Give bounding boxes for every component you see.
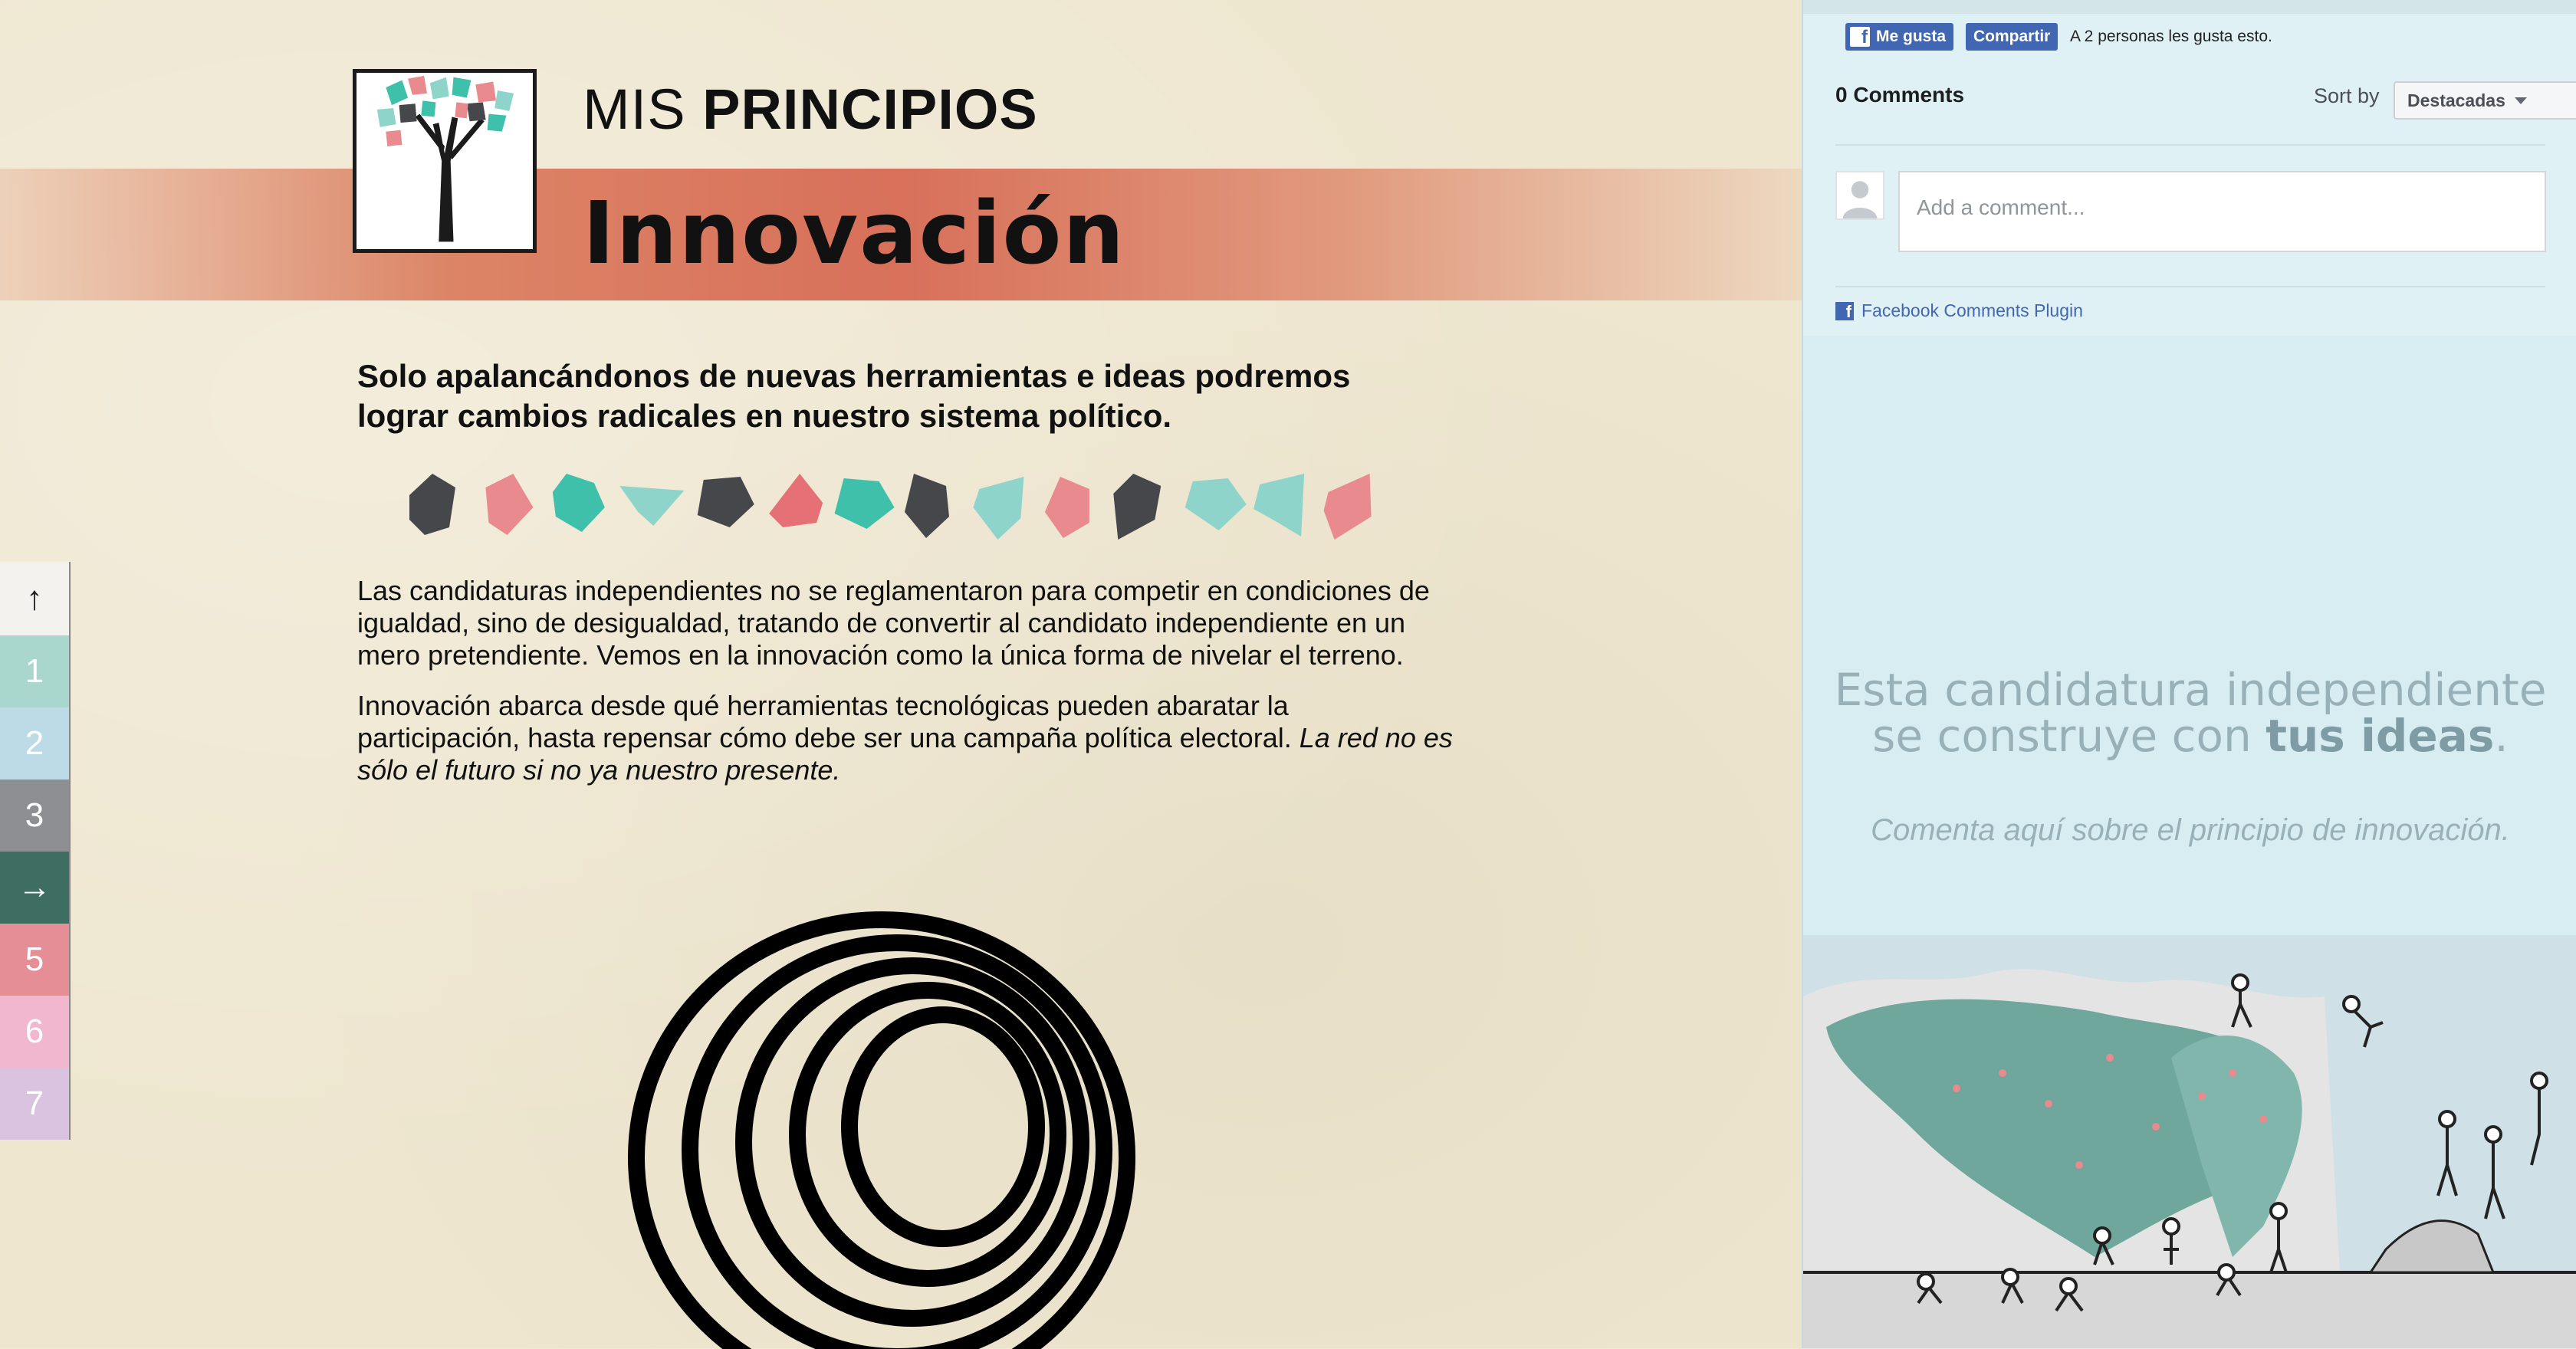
gem-divider [409,474,1372,540]
gem-icon [409,474,455,535]
cta-line-2-bold: tus ideas [2266,710,2495,762]
nav-item-2[interactable]: 2 [0,707,71,780]
innovation-spiral-illustration [628,911,1135,1349]
gem-icon [552,474,605,532]
paragraph-2: Innovación abarca desde qué herramientas… [357,690,1454,786]
gem-icon [485,474,534,535]
cta-line-1: Esta candidatura independiente [1834,664,2547,716]
gem-icon [769,474,823,527]
gem-icon [1323,474,1372,540]
avatar [1835,171,1884,220]
section-kicker: MIS PRINCIPIOS [583,77,1038,142]
gem-icon [1184,478,1247,530]
comments-panel: f Me gusta Compartir A 2 personas les gu… [1802,0,2576,1348]
main-content: MIS PRINCIPIOS Innovación Solo apalancán… [0,0,1802,1349]
cta-heading: Esta candidatura independiente se constr… [1803,667,2576,759]
cta-line-2: se construye con tus ideas. [1803,713,2576,759]
cta-line-2-suffix: . [2494,710,2509,762]
tree-logo[interactable] [353,69,537,253]
community-illustration [1803,935,2576,1348]
paragraph-1: Las candidaturas independientes no se re… [357,575,1430,671]
gem-icon [834,478,895,529]
gem-icon [619,486,685,526]
sort-label: Sort by [2314,84,2380,107]
nav-up-button[interactable]: ↑ [0,562,71,635]
share-button[interactable]: Compartir [1966,23,2058,51]
tree-icon [376,75,514,242]
section-nav: ↑ 1 2 3 → 5 6 7 [0,562,72,1140]
facebook-icon: f [1850,27,1870,47]
comments-count: 0 Comments [1835,83,1965,107]
nav-item-1[interactable]: 1 [0,635,71,707]
nav-item-7[interactable]: 7 [0,1068,71,1140]
cta-line-2-prefix: se construye con [1872,710,2266,762]
like-label: Me gusta [1876,28,1947,45]
gem-icon [973,477,1024,540]
nav-item-3[interactable]: 3 [0,780,71,852]
facebook-comments-plugin: f Me gusta Compartir A 2 personas les gu… [1803,0,2576,336]
gem-icon [905,474,949,538]
kicker-bold: PRINCIPIOS [702,77,1038,141]
kicker-light: MIS [583,77,686,141]
paragraph-2-text: Innovación abarca desde qué herramientas… [357,690,1300,753]
gem-icon [1254,474,1305,537]
sort-value: Destacadas [2407,90,2505,110]
divider [1835,286,2545,287]
nav-item-current[interactable]: → [0,852,71,924]
facebook-square-icon: f [1835,301,1854,320]
lead-text: Solo apalancándonos de nuevas herramient… [357,358,1351,434]
gem-icon [697,477,754,527]
gem-icon [1044,477,1089,538]
caret-down-icon [2514,97,2527,104]
sort-select[interactable]: Destacadas [2394,81,2576,120]
default-user-icon [1837,172,1883,218]
like-button[interactable]: f Me gusta [1845,23,1954,51]
nav-item-6[interactable]: 6 [0,996,71,1068]
like-summary: A 2 personas les gusta esto. [2070,28,2272,45]
cta-subtext: Comenta aquí sobre el principio de innov… [1871,813,2510,847]
page-title: Innovación [583,184,1126,284]
divider [1835,144,2545,146]
gem-icon [1113,474,1162,540]
facebook-plugin-link[interactable]: f Facebook Comments Plugin [1835,300,2083,321]
nav-item-5[interactable]: 5 [0,924,71,996]
comment-input[interactable]: Add a comment... [1898,171,2546,252]
plugin-label: Facebook Comments Plugin [1861,300,2083,320]
